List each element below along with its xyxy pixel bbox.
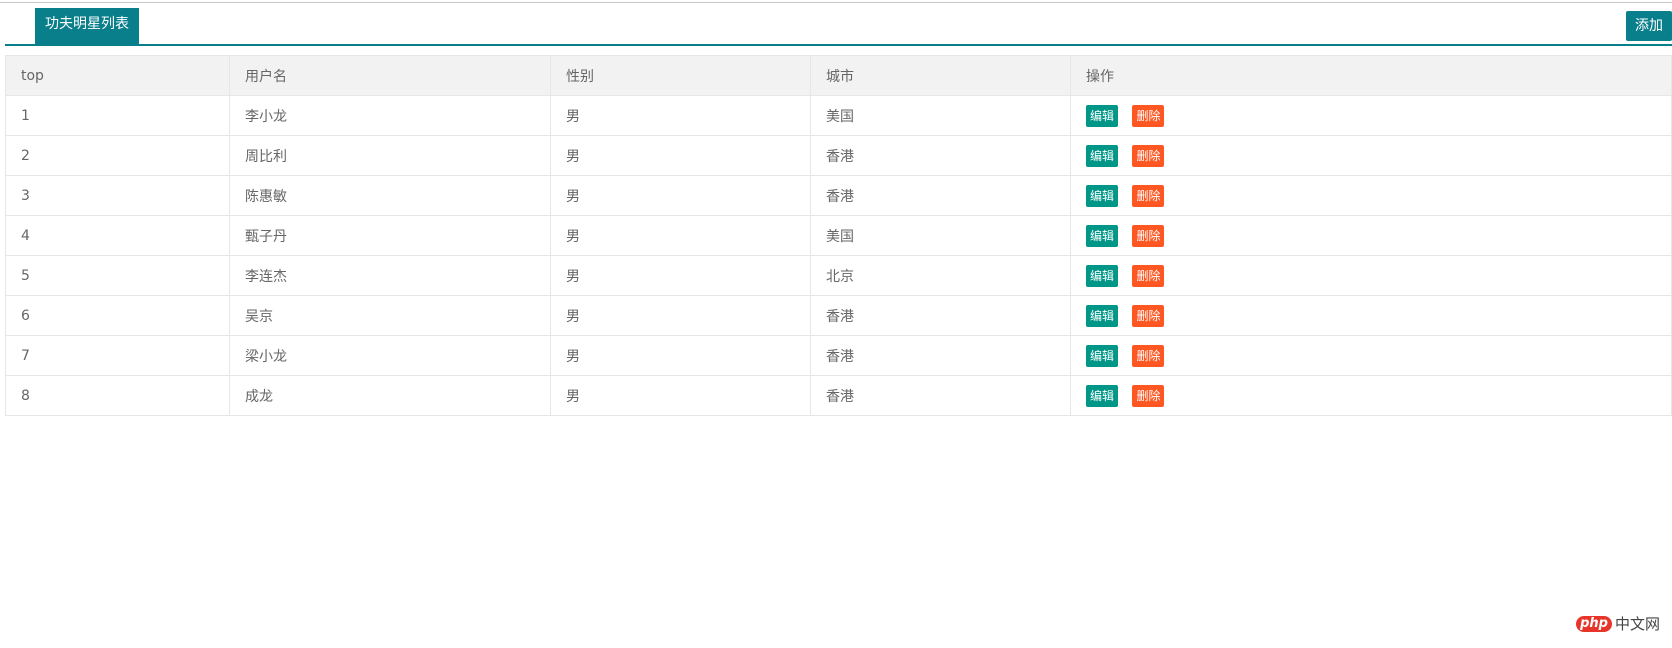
php-logo-icon: php (1576, 615, 1612, 632)
edit-button[interactable]: 编辑 (1086, 304, 1119, 327)
delete-button[interactable]: 删除 (1132, 384, 1165, 407)
cell-city: 美国 (810, 215, 1071, 256)
cell-username: 李小龙 (229, 95, 551, 136)
cell-gender: 男 (550, 135, 811, 176)
cell-actions: 编辑 删除 (1070, 375, 1672, 416)
top-divider (0, 2, 1672, 3)
cell-city: 香港 (810, 375, 1071, 416)
cell-gender: 男 (550, 335, 811, 376)
cell-city: 香港 (810, 135, 1071, 176)
cell-gender: 男 (550, 375, 811, 416)
delete-button[interactable]: 删除 (1132, 264, 1165, 287)
cell-username: 梁小龙 (229, 335, 551, 376)
cell-top: 1 (5, 95, 230, 136)
cell-actions: 编辑 删除 (1070, 175, 1672, 216)
cell-gender: 男 (550, 175, 811, 216)
delete-button[interactable]: 删除 (1132, 144, 1165, 167)
column-header-username: 用户名 (229, 55, 551, 96)
cell-username: 陈惠敏 (229, 175, 551, 216)
edit-button[interactable]: 编辑 (1086, 144, 1119, 167)
cell-city: 香港 (810, 335, 1071, 376)
delete-button[interactable]: 删除 (1132, 304, 1165, 327)
cell-actions: 编辑 删除 (1070, 295, 1672, 336)
edit-button[interactable]: 编辑 (1086, 184, 1119, 207)
cell-top: 3 (5, 175, 230, 216)
column-header-gender: 性别 (550, 55, 811, 96)
cell-city: 美国 (810, 95, 1071, 136)
stars-table: top 用户名 性别 城市 操作 1 李小龙 男 美国 编辑 删除 2 周比利 … (5, 55, 1672, 416)
cell-username: 吴京 (229, 295, 551, 336)
cell-top: 7 (5, 335, 230, 376)
edit-button[interactable]: 编辑 (1086, 104, 1119, 127)
tab-kungfu-stars[interactable]: 功夫明星列表 (35, 8, 139, 44)
cell-actions: 编辑 删除 (1070, 255, 1672, 296)
table-header-row: top 用户名 性别 城市 操作 (5, 55, 1672, 96)
site-watermark: php 中文网 (1576, 613, 1660, 634)
cell-username: 李连杰 (229, 255, 551, 296)
add-button[interactable]: 添加 (1626, 11, 1672, 41)
cell-username: 成龙 (229, 375, 551, 416)
delete-button[interactable]: 删除 (1132, 184, 1165, 207)
cell-top: 6 (5, 295, 230, 336)
cell-username: 周比利 (229, 135, 551, 176)
table-row: 4 甄子丹 男 美国 编辑 删除 (5, 215, 1672, 256)
cell-gender: 男 (550, 95, 811, 136)
cell-actions: 编辑 删除 (1070, 335, 1672, 376)
cell-top: 4 (5, 215, 230, 256)
tab-bar: 功夫明星列表 添加 (5, 8, 1672, 46)
cell-city: 香港 (810, 175, 1071, 216)
table-row: 6 吴京 男 香港 编辑 删除 (5, 295, 1672, 336)
table-row: 5 李连杰 男 北京 编辑 删除 (5, 255, 1672, 296)
edit-button[interactable]: 编辑 (1086, 344, 1119, 367)
delete-button[interactable]: 删除 (1132, 344, 1165, 367)
cell-actions: 编辑 删除 (1070, 95, 1672, 136)
cell-top: 5 (5, 255, 230, 296)
edit-button[interactable]: 编辑 (1086, 224, 1119, 247)
edit-button[interactable]: 编辑 (1086, 384, 1119, 407)
table-row: 2 周比利 男 香港 编辑 删除 (5, 135, 1672, 176)
column-header-city: 城市 (810, 55, 1071, 96)
cell-actions: 编辑 删除 (1070, 215, 1672, 256)
cell-username: 甄子丹 (229, 215, 551, 256)
watermark-text: 中文网 (1614, 615, 1660, 633)
column-header-top: top (5, 55, 230, 96)
cell-gender: 男 (550, 255, 811, 296)
table-row: 8 成龙 男 香港 编辑 删除 (5, 375, 1672, 416)
edit-button[interactable]: 编辑 (1086, 264, 1119, 287)
delete-button[interactable]: 删除 (1132, 104, 1165, 127)
cell-city: 北京 (810, 255, 1071, 296)
table-row: 3 陈惠敏 男 香港 编辑 删除 (5, 175, 1672, 216)
delete-button[interactable]: 删除 (1132, 224, 1165, 247)
cell-city: 香港 (810, 295, 1071, 336)
cell-top: 8 (5, 375, 230, 416)
cell-actions: 编辑 删除 (1070, 135, 1672, 176)
table-row: 1 李小龙 男 美国 编辑 删除 (5, 95, 1672, 136)
cell-top: 2 (5, 135, 230, 176)
table-row: 7 梁小龙 男 香港 编辑 删除 (5, 335, 1672, 376)
cell-gender: 男 (550, 295, 811, 336)
cell-gender: 男 (550, 215, 811, 256)
column-header-actions: 操作 (1070, 55, 1672, 96)
